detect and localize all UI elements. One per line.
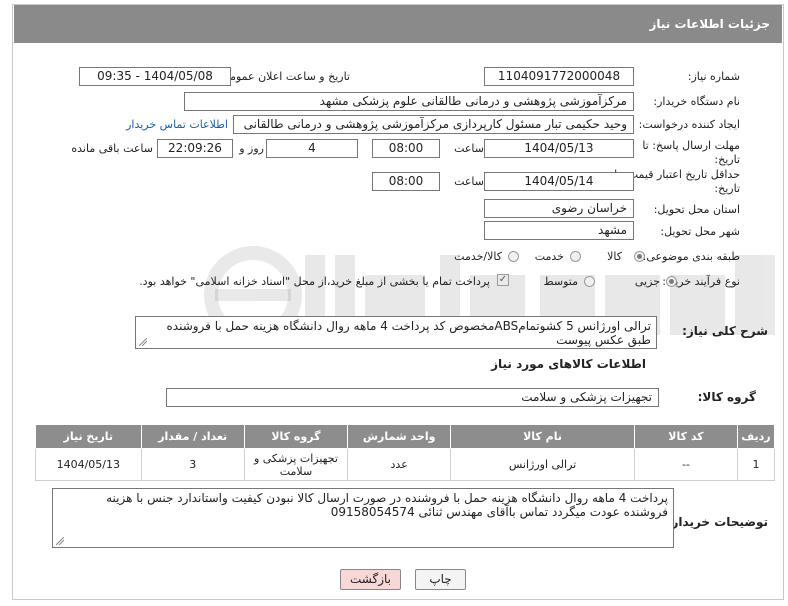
items-table: ردیف کد کالا نام کالا واحد شمارش گروه کا…: [35, 424, 775, 481]
days-label: روز و: [239, 142, 264, 155]
buyer-notes-textarea[interactable]: پرداخت 4 ماهه روال دانشگاه هزینه حمل با …: [52, 488, 674, 548]
cell-group: تجهیزات پزشکی و سلامت: [243, 448, 349, 481]
col-name: نام کالا: [450, 424, 635, 449]
creator-field: وحید حکیمی تبار مسئول کارپردازی مرکزآموز…: [233, 115, 634, 134]
price-date-field: 1404/05/14: [484, 172, 634, 191]
remaining-label: ساعت باقی مانده: [71, 142, 153, 155]
buyer-org-label: نام دستگاه خریدار:: [653, 95, 740, 108]
cell-unit: عدد: [347, 448, 452, 481]
category-radio-service[interactable]: [570, 249, 581, 262]
category-label: طبقه بندی موضوعی:: [642, 250, 740, 263]
col-unit: واحد شمارش: [347, 424, 452, 449]
process-option-minor: جزیی: [634, 275, 660, 288]
table-row: 1 -- ترالی اورژانس عدد تجهیزات پزشکی و س…: [35, 448, 775, 481]
reply-deadline-label: مهلت ارسال پاسخ: تا تاریخ:: [642, 139, 740, 166]
payment-note: پرداخت تمام یا بخشی از مبلغ خرید،از محل …: [139, 275, 490, 288]
description-text: ترالی اورژانس 5 کشوتمامABSمخصوص کد پرداخ…: [166, 319, 652, 347]
col-date: تاریخ نیاز: [35, 424, 142, 449]
city-field: مشهد: [484, 221, 634, 240]
goods-group-label: گروه کالا:: [697, 390, 756, 404]
buyer-contact-link[interactable]: اطلاعات تماس خریدار: [126, 118, 228, 131]
city-label: شهر محل تحویل:: [660, 225, 740, 238]
col-group: گروه کالا: [243, 424, 349, 449]
category-radio-goods[interactable]: [634, 249, 645, 262]
process-radio-minor[interactable]: [666, 274, 677, 287]
back-button[interactable]: بازگشت: [340, 569, 401, 590]
buyer-notes-text: پرداخت 4 ماهه روال دانشگاه هزینه حمل با …: [106, 491, 668, 519]
reply-time-label: ساعت: [454, 142, 484, 155]
need-number-field: 1104091772000048: [484, 67, 634, 86]
cell-name: ترالی اورژانس: [450, 448, 635, 481]
panel-title: جزئیات اطلاعات نیاز: [14, 5, 782, 43]
goods-group-field: تجهیزات پزشکی و سلامت: [166, 388, 659, 407]
category-radio-goods-service[interactable]: [508, 249, 519, 262]
cell-code: --: [633, 448, 739, 481]
reply-date-field: 1404/05/13: [484, 139, 634, 158]
buyer-org-field: مرکزآموزشی پژوهشی و درمانی طالقانی علوم …: [184, 92, 634, 111]
goods-section-title: اطلاعات کالاهای مورد نیاز: [491, 357, 646, 371]
need-number-label: شماره نیاز:: [687, 70, 740, 83]
remaining-time-field: 22:09:26: [157, 139, 233, 158]
resize-grip-icon[interactable]: [56, 537, 64, 545]
process-option-medium: متوسط: [543, 275, 578, 288]
cell-qty: 3: [140, 448, 245, 481]
resize-grip-icon[interactable]: [139, 338, 147, 346]
price-time-field: 08:00: [372, 172, 440, 191]
category-option-service: خدمت: [534, 250, 564, 263]
announce-field: 1404/05/08 - 09:35: [79, 67, 231, 86]
category-option-goods: کالا: [607, 250, 622, 263]
price-time-label: ساعت: [454, 175, 484, 188]
payment-checkbox[interactable]: ✓: [497, 273, 509, 286]
print-button[interactable]: چاپ: [415, 569, 466, 590]
table-header-row: ردیف کد کالا نام کالا واحد شمارش گروه کا…: [35, 424, 775, 449]
process-radio-medium[interactable]: [584, 274, 595, 287]
col-row: ردیف: [737, 424, 775, 449]
description-label: شرح کلی نیاز:: [682, 324, 768, 338]
reply-time-field: 08:00: [372, 139, 440, 158]
category-option-goods-service: کالا/خدمت: [454, 250, 502, 263]
province-field: خراسان رضوی: [484, 199, 634, 218]
col-qty: تعداد / مقدار: [140, 424, 245, 449]
creator-label: ایجاد کننده درخواست:: [638, 118, 740, 131]
cell-row: 1: [737, 448, 775, 481]
days-field: 4: [266, 139, 358, 158]
buyer-notes-label: توضیحات خریدار:: [666, 515, 768, 529]
description-textarea[interactable]: ترالی اورژانس 5 کشوتمامABSمخصوص کد پرداخ…: [135, 316, 657, 349]
cell-date: 1404/05/13: [35, 448, 142, 481]
col-code: کد کالا: [633, 424, 739, 449]
province-label: استان محل تحویل:: [653, 203, 740, 216]
announce-label: تاریخ و ساعت اعلان عمومی:: [217, 70, 350, 83]
